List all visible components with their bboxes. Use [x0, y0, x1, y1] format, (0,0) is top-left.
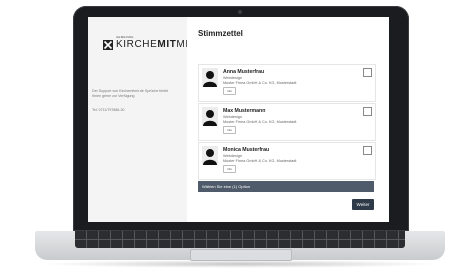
select-checkbox[interactable]: [363, 146, 372, 155]
status-bar: Wählen Sie eine (1) Option: [198, 181, 374, 192]
avatar: [202, 146, 218, 165]
ballot-panel: Stimmzettel Anna Musterfrau Webdesign Mu…: [187, 17, 389, 222]
info-button[interactable]: Info: [223, 126, 236, 134]
candidate-name: Max Mustermann: [223, 108, 266, 114]
candidate-role: Webdesign: [223, 76, 242, 80]
candidate-name: Monica Musterfrau: [223, 147, 270, 153]
candidate-card: Monica Musterfrau Webdesign Muster Firma…: [198, 142, 376, 180]
avatar: [202, 107, 218, 126]
candidate-card: Max Mustermann Webdesign Muster Firma Gm…: [198, 103, 376, 141]
next-button[interactable]: Weiter: [352, 199, 374, 210]
laptop-keyboard: [75, 231, 405, 248]
candidate-name: Anna Musterfrau: [223, 69, 265, 75]
candidate-company: Muster Firma GmbH & Co. KG, Musterstadt: [223, 159, 297, 163]
avatar: [202, 68, 218, 87]
candidate-role: Webdesign: [223, 154, 242, 158]
logo-wordmark-part: KIRCHE: [116, 39, 158, 50]
support-note: Der Support von Kirchemitmir.de Sprüche …: [92, 89, 168, 98]
logo-cross-icon: [103, 40, 113, 50]
logo-wordmark-bold: MIT: [157, 39, 177, 50]
webcam: [238, 10, 242, 14]
select-checkbox[interactable]: [363, 68, 372, 77]
laptop-trackpad: [190, 249, 292, 261]
info-button[interactable]: Info: [223, 165, 236, 173]
candidate-company: Muster Firma GmbH & Co. KG, Musterstadt: [223, 120, 297, 124]
laptop-screen: GEMEINDE KIRCHEMITMIR3.0 Der Support von…: [88, 17, 389, 222]
page-title: Stimmzettel: [198, 29, 243, 38]
candidate-company: Muster Firma GmbH & Co. KG, Musterstadt: [223, 81, 297, 85]
laptop-shadow: [40, 260, 440, 268]
info-button[interactable]: Info: [223, 87, 236, 95]
select-checkbox[interactable]: [363, 107, 372, 116]
sidebar: GEMEINDE KIRCHEMITMIR3.0 Der Support von…: [88, 17, 203, 222]
support-contact: Tel: 0711/797686-30: [92, 108, 125, 112]
candidate-card: Anna Musterfrau Webdesign Muster Firma G…: [198, 64, 376, 102]
candidate-role: Webdesign: [223, 115, 242, 119]
